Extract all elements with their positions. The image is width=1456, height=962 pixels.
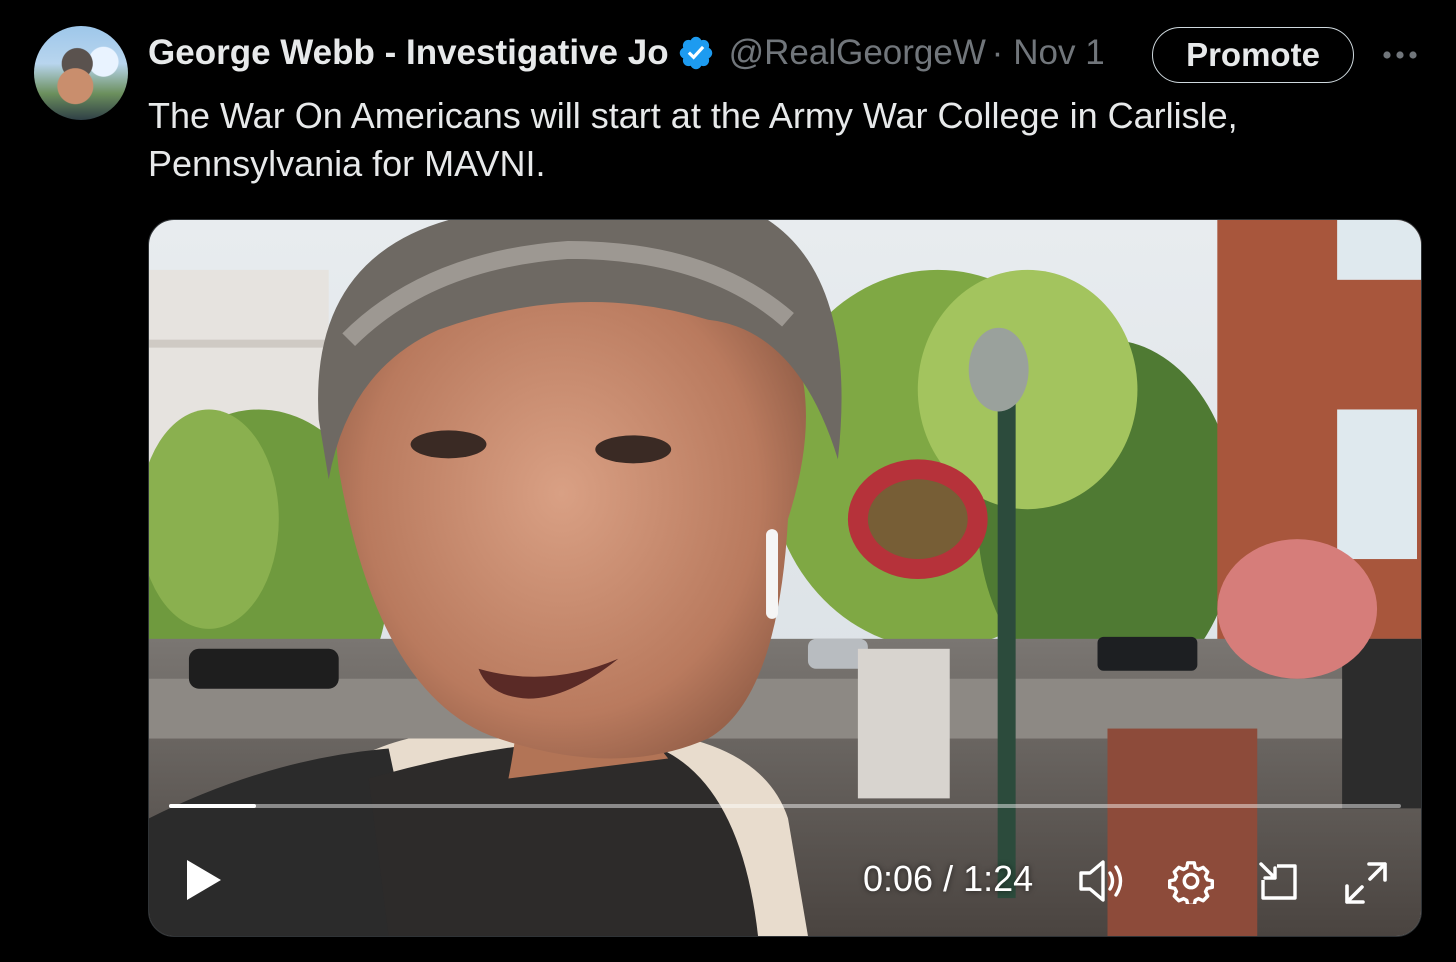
header-separator: · bbox=[991, 33, 1004, 72]
duration: 1:24 bbox=[963, 858, 1034, 899]
avatar[interactable] bbox=[34, 26, 128, 120]
play-icon[interactable] bbox=[181, 856, 225, 904]
verified-badge-icon[interactable] bbox=[677, 34, 715, 72]
time-display: 0:06 / 1:24 bbox=[863, 858, 1033, 900]
promote-button[interactable]: Promote bbox=[1152, 27, 1354, 83]
tweet-text: The War On Americans will start at the A… bbox=[148, 95, 1238, 184]
video-player[interactable]: 0:06 / 1:24 bbox=[148, 219, 1422, 937]
current-time: 0:06 bbox=[863, 858, 934, 899]
progress-bar[interactable] bbox=[169, 804, 1401, 808]
volume-icon[interactable] bbox=[1077, 858, 1127, 904]
picture-in-picture-icon[interactable] bbox=[1257, 860, 1301, 904]
fullscreen-icon[interactable] bbox=[1343, 860, 1389, 906]
video-frame bbox=[149, 220, 1421, 936]
author-name[interactable]: George Webb - Investigative Jo bbox=[148, 33, 669, 73]
tweet-date[interactable]: Nov 1 bbox=[1013, 33, 1104, 73]
settings-icon[interactable] bbox=[1168, 858, 1214, 904]
progress-fill bbox=[169, 804, 257, 808]
author-handle[interactable]: @RealGeorgeW bbox=[729, 33, 986, 73]
more-options-icon[interactable] bbox=[1380, 40, 1420, 70]
tweet-header: George Webb - Investigative Jo @RealGeor… bbox=[148, 28, 1105, 78]
time-separator: / bbox=[943, 858, 954, 899]
